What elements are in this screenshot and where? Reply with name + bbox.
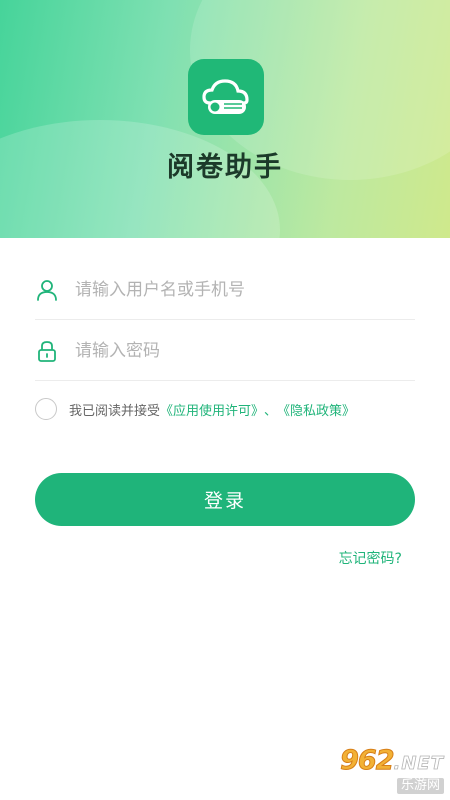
user-icon [35, 278, 59, 302]
watermark-brand: 962 [340, 745, 395, 776]
password-field[interactable] [35, 321, 415, 381]
username-field[interactable] [35, 260, 415, 320]
app-title: 阅卷助手 [167, 152, 283, 183]
lock-icon [35, 339, 59, 363]
agreement-row: 我已阅读并接受 《应用使用许可》 、 《隐私政策》 [35, 396, 355, 422]
username-input[interactable] [75, 279, 415, 300]
watermark-caption: 乐游网 [396, 778, 444, 794]
app-logo-icon [188, 59, 264, 135]
agreement-text: 我已阅读并接受 [69, 403, 161, 419]
password-input[interactable] [75, 340, 415, 361]
watermark-domain: .NET [393, 753, 444, 775]
user-license-link[interactable]: 《应用使用许可》 [160, 400, 264, 419]
agreement-separator: 、 [264, 403, 278, 419]
watermark-logo: 962.NET 乐游网 [340, 745, 444, 794]
login-button[interactable]: 登录 [35, 473, 415, 526]
header-banner: 阅卷助手 [0, 0, 450, 238]
agreement-checkbox[interactable] [35, 398, 57, 420]
privacy-policy-link[interactable]: 《隐私政策》 [277, 400, 355, 419]
forgot-password-link[interactable]: 忘记密码? [339, 548, 402, 568]
